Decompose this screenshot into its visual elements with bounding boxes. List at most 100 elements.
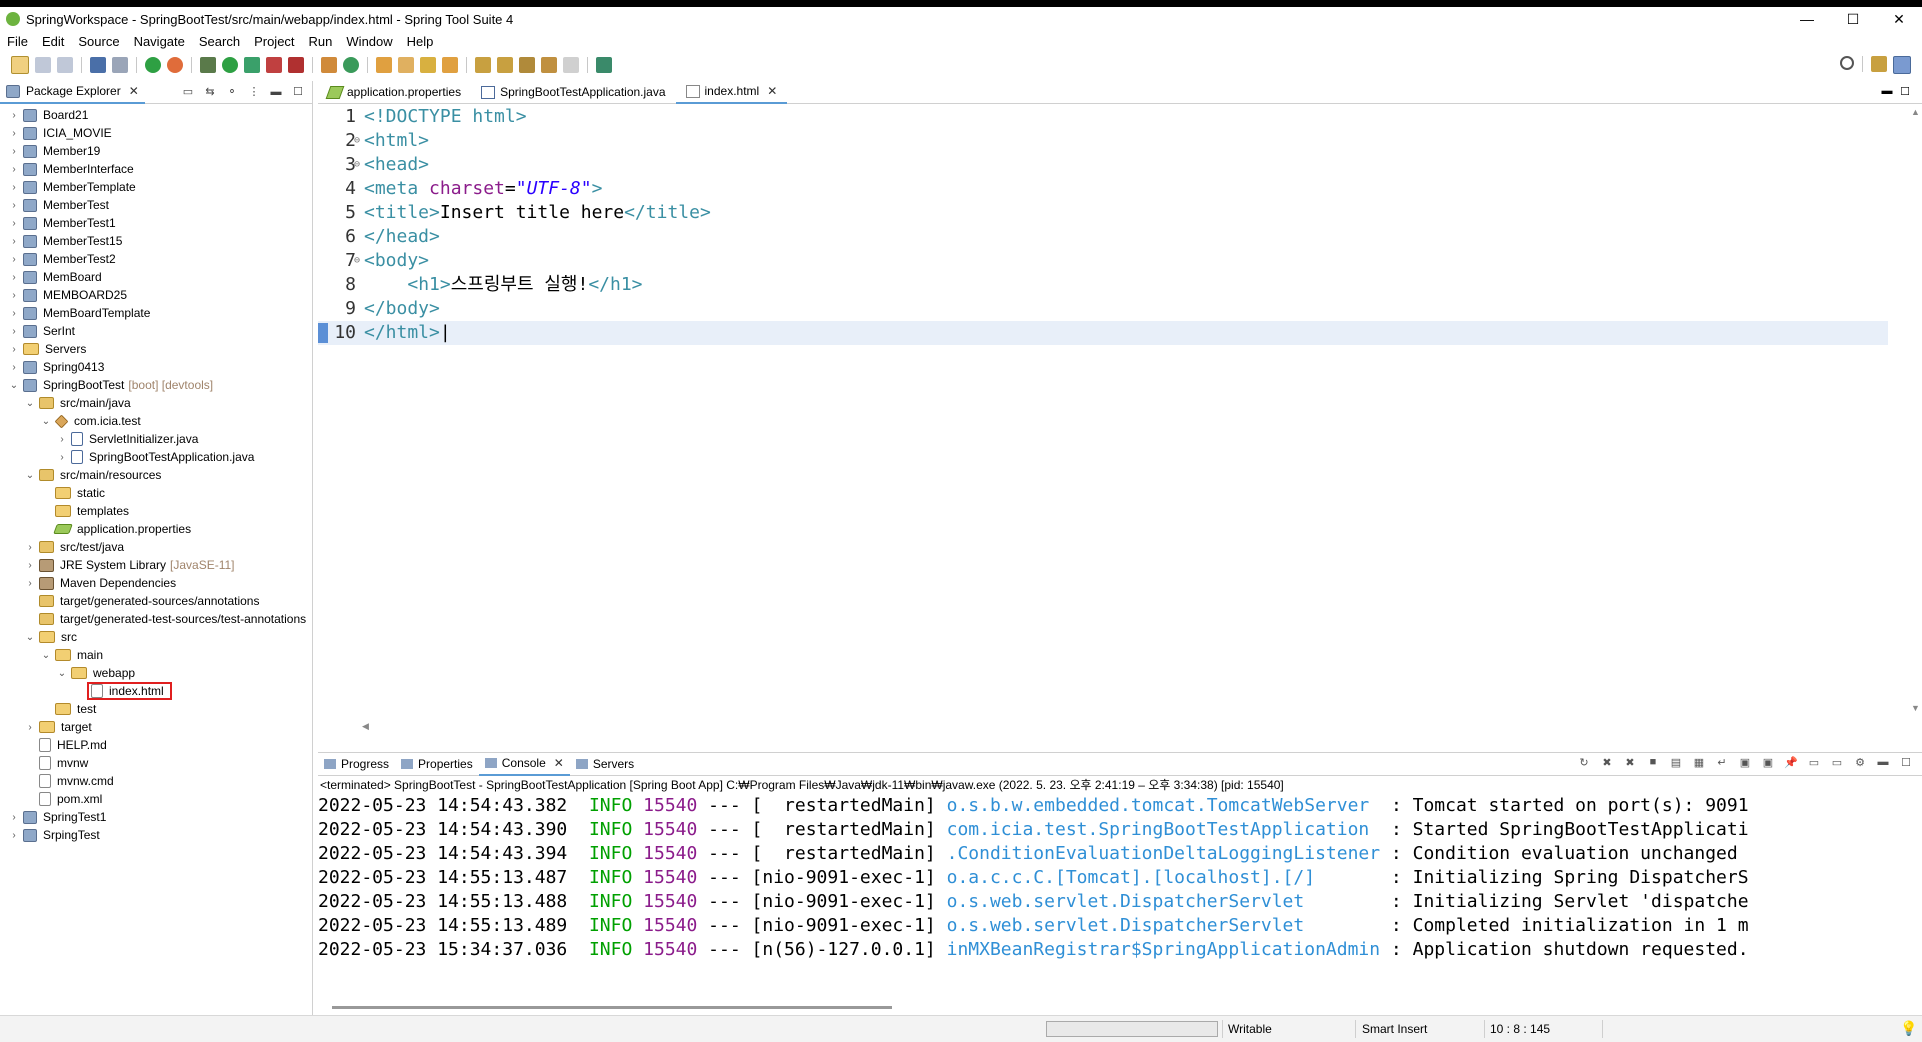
- chevron-right-icon[interactable]: ›: [24, 722, 36, 733]
- tip-lightbulb-icon[interactable]: 💡: [1900, 1020, 1917, 1037]
- chevron-down-icon[interactable]: ⌄: [40, 416, 52, 427]
- close-icon[interactable]: ✕: [129, 84, 139, 98]
- open-console-icon[interactable]: ▭: [1829, 756, 1845, 772]
- boot-dashboard-icon[interactable]: [145, 57, 161, 73]
- console-horizontal-scrollbar[interactable]: [332, 1006, 892, 1009]
- menu-file[interactable]: File: [0, 34, 35, 49]
- menu-source[interactable]: Source: [71, 34, 126, 49]
- editor-tab[interactable]: index.html ✕: [675, 80, 788, 104]
- tree-item[interactable]: templates: [0, 502, 312, 520]
- open-type-icon[interactable]: [376, 57, 392, 73]
- highlighted-file[interactable]: index.html: [87, 682, 172, 700]
- editor-horizontal-scrollbar[interactable]: ◀: [362, 721, 1882, 733]
- tree-item[interactable]: index.html: [0, 682, 312, 700]
- scroll-left-icon[interactable]: ◀: [362, 721, 369, 732]
- menu-run[interactable]: Run: [302, 34, 340, 49]
- show-on-stderr-icon[interactable]: ▣: [1760, 756, 1776, 772]
- tree-item[interactable]: › SerInt: [0, 322, 312, 340]
- menu-edit[interactable]: Edit: [35, 34, 71, 49]
- chevron-down-icon[interactable]: ⌄: [24, 632, 36, 643]
- open-console-icon[interactable]: [90, 57, 106, 73]
- tree-item[interactable]: › MemBoardTemplate: [0, 304, 312, 322]
- chevron-down-icon[interactable]: ⌄: [24, 470, 36, 481]
- chevron-right-icon[interactable]: ›: [8, 812, 20, 823]
- close-button[interactable]: ✕: [1876, 7, 1922, 31]
- chevron-right-icon[interactable]: ›: [24, 578, 36, 589]
- previous-annotation-icon[interactable]: [497, 57, 513, 73]
- tree-item[interactable]: › Board21: [0, 106, 312, 124]
- chevron-down-icon[interactable]: ⌄: [8, 380, 20, 391]
- console-view-tab[interactable]: Console ✕: [478, 752, 570, 776]
- skip-breakpoints-icon[interactable]: [112, 57, 128, 73]
- chevron-down-icon[interactable]: ⌄: [40, 650, 52, 661]
- tree-item[interactable]: ⌄ SpringBootTest [boot] [devtools]: [0, 376, 312, 394]
- run-icon[interactable]: [222, 57, 238, 73]
- disconnect-icon[interactable]: [288, 57, 304, 73]
- tree-item[interactable]: ⌄ main: [0, 646, 312, 664]
- tree-item[interactable]: target/generated-sources/annotations: [0, 592, 312, 610]
- debug-icon[interactable]: [200, 57, 216, 73]
- console-view-menu-icon[interactable]: ⚙: [1852, 756, 1868, 772]
- tree-item[interactable]: HELP.md: [0, 736, 312, 754]
- clear-console-icon[interactable]: ▤: [1668, 756, 1684, 772]
- run-external-tools-icon[interactable]: [244, 57, 260, 73]
- tree-item[interactable]: › ICIA_MOVIE: [0, 124, 312, 142]
- menu-help[interactable]: Help: [400, 34, 441, 49]
- minimize-view-icon[interactable]: ▬: [1878, 85, 1896, 98]
- save-icon[interactable]: [35, 57, 51, 73]
- fold-toggle-icon[interactable]: ⊖: [354, 129, 360, 153]
- chevron-right-icon[interactable]: ›: [8, 182, 20, 193]
- chevron-right-icon[interactable]: ›: [8, 326, 20, 337]
- search-icon[interactable]: [420, 57, 436, 73]
- chevron-right-icon[interactable]: ›: [8, 344, 20, 355]
- chevron-right-icon[interactable]: ›: [8, 308, 20, 319]
- code-editor[interactable]: 1 <!DOCTYPE html> 2 ⊖ <html> 3 ⊖ <head> 4 <meta c…: [318, 105, 1888, 715]
- scroll-down-icon[interactable]: ▼: [1911, 703, 1920, 713]
- chevron-right-icon[interactable]: ›: [8, 362, 20, 373]
- filter-icon[interactable]: ⚬: [224, 84, 240, 100]
- chevron-right-icon[interactable]: ›: [56, 434, 68, 445]
- menu-navigate[interactable]: Navigate: [127, 34, 192, 49]
- forward-icon[interactable]: [563, 57, 579, 73]
- maximize-view-icon[interactable]: ☐: [290, 84, 306, 100]
- console-view-tab[interactable]: Properties: [395, 753, 479, 775]
- minimize-view-icon[interactable]: ▬: [1875, 756, 1891, 772]
- chevron-right-icon[interactable]: ›: [8, 272, 20, 283]
- tree-item[interactable]: › MemBoard: [0, 268, 312, 286]
- minimize-button[interactable]: —: [1784, 7, 1830, 31]
- view-menu-icon[interactable]: ⋮: [246, 84, 262, 100]
- tree-item[interactable]: › SpringBootTestApplication.java: [0, 448, 312, 466]
- remove-all-terminated-icon[interactable]: ✖: [1622, 756, 1638, 772]
- tree-item[interactable]: › JRE System Library [JavaSE-11]: [0, 556, 312, 574]
- menu-window[interactable]: Window: [339, 34, 399, 49]
- tree-item[interactable]: › SrpingTest: [0, 826, 312, 844]
- scroll-up-icon[interactable]: ▲: [1911, 107, 1920, 117]
- open-perspective-icon[interactable]: [1871, 56, 1887, 72]
- collapse-all-icon[interactable]: ▭: [180, 84, 196, 100]
- chevron-down-icon[interactable]: ⌄: [56, 668, 68, 679]
- toggle-mark-occurrences-icon[interactable]: [442, 57, 458, 73]
- chevron-down-icon[interactable]: ⌄: [24, 398, 36, 409]
- tree-item[interactable]: static: [0, 484, 312, 502]
- chevron-right-icon[interactable]: ›: [8, 254, 20, 265]
- chevron-right-icon[interactable]: ›: [8, 236, 20, 247]
- terminate-icon[interactable]: ✖: [1599, 756, 1615, 772]
- editor-vertical-scrollbar[interactable]: ▲ ▼: [1908, 105, 1922, 715]
- console-output[interactable]: 2022-05-23 14:54:43.382 INFO 15540 --- […: [318, 794, 1922, 962]
- tree-item[interactable]: › src/test/java: [0, 538, 312, 556]
- tree-item[interactable]: › MemberTest1: [0, 214, 312, 232]
- chevron-right-icon[interactable]: ›: [24, 542, 36, 553]
- tree-item[interactable]: mvnw.cmd: [0, 772, 312, 790]
- tree-item[interactable]: › target: [0, 718, 312, 736]
- tree-item[interactable]: › MemberTemplate: [0, 178, 312, 196]
- tree-item[interactable]: › Servers: [0, 340, 312, 358]
- java-perspective-icon[interactable]: [1893, 56, 1911, 74]
- tree-item[interactable]: › Spring0413: [0, 358, 312, 376]
- tree-item[interactable]: › ServletInitializer.java: [0, 430, 312, 448]
- chevron-right-icon[interactable]: ›: [56, 452, 68, 463]
- pin-console-icon[interactable]: 📌: [1783, 756, 1799, 772]
- tree-item[interactable]: › MemberTest2: [0, 250, 312, 268]
- chevron-right-icon[interactable]: ›: [8, 164, 20, 175]
- chevron-right-icon[interactable]: ›: [24, 560, 36, 571]
- save-all-icon[interactable]: [57, 57, 73, 73]
